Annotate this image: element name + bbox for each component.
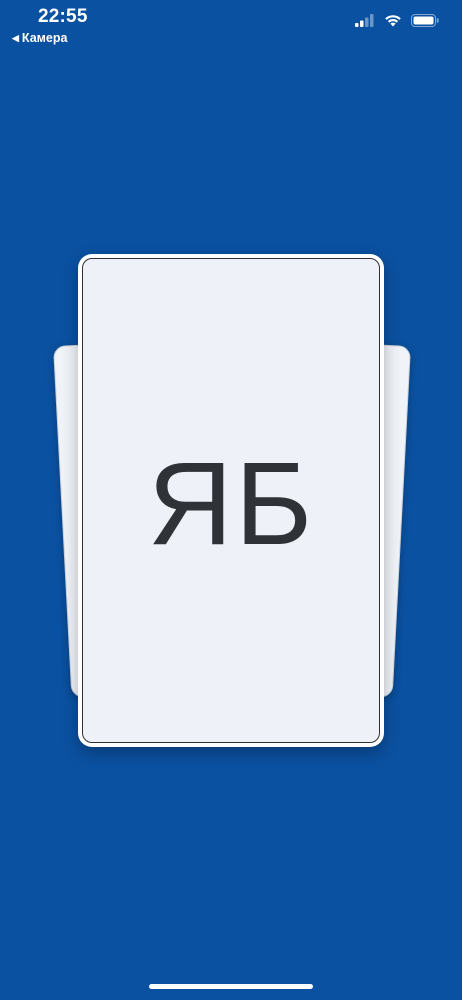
card-face: ЯБ: [82, 258, 380, 743]
front-card[interactable]: ЯБ: [78, 254, 384, 747]
card-stack: ЯБ: [0, 0, 462, 1000]
home-indicator[interactable]: [149, 984, 313, 989]
card-monogram: ЯБ: [147, 437, 315, 570]
